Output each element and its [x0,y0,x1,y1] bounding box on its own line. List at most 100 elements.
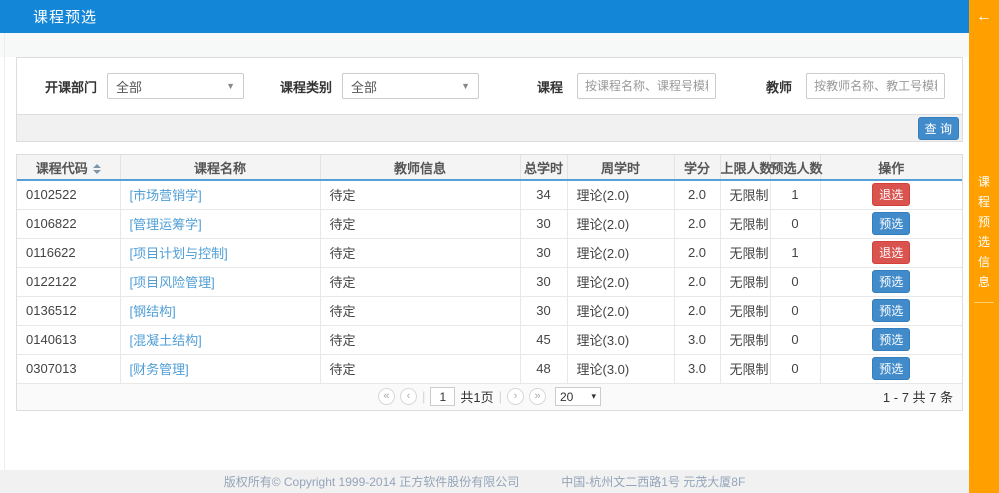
weekly-hours-cell: 理论(2.0) [567,180,674,209]
table-row: 0136512 [钢结构] 待定 30 理论(2.0) 2.0 无限制 0 预选 [17,296,962,325]
address-text: 中国-杭州文二西路1号 元茂大厦8F [561,473,745,490]
category-select-value: 全部 [351,77,377,96]
course-table-panel: 课程代码 课程名称 教师信息 总学时 周学时 学分 上限人数 预选人数 操作 0… [16,154,963,411]
teacher-info-cell: 待定 [320,267,520,296]
column-teacher-info: 教师信息 [320,155,520,180]
page-title: 课程预选 [33,6,97,27]
copyright-text: 版权所有© Copyright 1999-2014 正方软件股份有限公司 [224,473,520,490]
column-course-code[interactable]: 课程代码 [17,155,120,180]
pagination: « ‹ | 共1页 | › » 20 ▾ 1 - 7 共 7 条 [17,384,962,410]
column-weekly-hours: 周学时 [567,155,674,180]
page-size-value: 20 [560,390,573,404]
search-button[interactable]: 查 询 [918,117,959,140]
credits-cell: 2.0 [674,238,720,267]
pagination-divider: | [499,389,502,404]
course-code-cell: 0122122 [17,267,120,296]
column-preselected: 预选人数 [770,155,820,180]
teacher-info-cell: 待定 [320,354,520,383]
table-row: 0102522 [市场营销学] 待定 34 理论(2.0) 2.0 无限制 1 … [17,180,962,209]
side-panel: ← 课程预选信息 [969,0,999,493]
total-hours-cell: 30 [520,296,567,325]
weekly-hours-cell: 理论(2.0) [567,238,674,267]
course-name-link[interactable]: [钢结构] [130,304,176,319]
next-page-button[interactable]: › [507,388,524,405]
credits-cell: 2.0 [674,267,720,296]
table-row: 0307013 [财务管理] 待定 48 理论(3.0) 3.0 无限制 0 预… [17,354,962,383]
table-header: 课程代码 课程名称 教师信息 总学时 周学时 学分 上限人数 预选人数 操作 [17,155,962,180]
table-row: 0116622 [项目计划与控制] 待定 30 理论(2.0) 2.0 无限制 … [17,238,962,267]
credits-cell: 2.0 [674,296,720,325]
limit-cell: 无限制 [720,180,770,209]
teacher-info-cell: 待定 [320,238,520,267]
row-action-button[interactable]: 预选 [872,270,910,293]
pagination-divider: | [422,389,425,404]
department-select-value: 全部 [116,77,142,96]
category-select[interactable]: 全部 ▼ [342,73,479,99]
first-page-button[interactable]: « [378,388,395,405]
filter-row: 开课部门 全部 ▼ 课程类别 全部 ▼ 课程 教师 [17,58,962,114]
course-code-cell: 0102522 [17,180,120,209]
caret-down-icon: ▼ [461,81,470,91]
course-search-input[interactable] [577,73,716,99]
preselected-count-cell: 0 [770,209,820,238]
course-code-cell: 0140613 [17,325,120,354]
course-name-link[interactable]: [混凝土结构] [130,333,202,348]
course-name-link[interactable]: [市场营销学] [130,188,202,203]
row-action-button[interactable]: 退选 [872,241,910,264]
row-action-button[interactable]: 预选 [872,328,910,351]
collapse-left-arrow-icon[interactable]: ← [969,9,999,25]
limit-cell: 无限制 [720,267,770,296]
total-hours-cell: 34 [520,180,567,209]
credits-cell: 2.0 [674,209,720,238]
column-limit: 上限人数 [720,155,770,180]
page-number-input[interactable] [430,387,455,406]
row-action-button[interactable]: 预选 [872,357,910,380]
table-row: 0140613 [混凝土结构] 待定 45 理论(3.0) 3.0 无限制 0 … [17,325,962,354]
column-credits: 学分 [674,155,720,180]
page-size-select[interactable]: 20 ▾ [555,387,601,406]
record-range-label: 1 - 7 共 7 条 [883,384,953,410]
course-name-link[interactable]: [财务管理] [130,362,189,377]
preselected-count-cell: 1 [770,238,820,267]
row-action-button[interactable]: 退选 [872,183,910,206]
row-action-button[interactable]: 预选 [872,212,910,235]
course-name-link[interactable]: [管理运筹学] [130,217,202,232]
category-label: 课程类别 [280,77,332,96]
caret-down-icon: ▼ [226,81,235,91]
total-hours-cell: 30 [520,267,567,296]
column-course-name: 课程名称 [120,155,320,180]
limit-cell: 无限制 [720,296,770,325]
page: 课程预选 开课部门 全部 ▼ 课程类别 全部 ▼ 课程 教师 [0,0,999,493]
teacher-info-cell: 待定 [320,325,520,354]
side-panel-divider [974,302,994,303]
weekly-hours-cell: 理论(2.0) [567,267,674,296]
teacher-info-cell: 待定 [320,180,520,209]
total-hours-cell: 48 [520,354,567,383]
side-panel-vertical-label[interactable]: 课程预选信息 [977,172,991,292]
course-name-link[interactable]: [项目计划与控制] [130,246,228,261]
credits-cell: 3.0 [674,354,720,383]
course-table: 课程代码 课程名称 教师信息 总学时 周学时 学分 上限人数 预选人数 操作 0… [17,155,962,384]
preselected-count-cell: 0 [770,267,820,296]
pagination-controls: « ‹ | 共1页 | › » 20 ▾ [378,387,601,406]
course-code-cell: 0136512 [17,296,120,325]
total-hours-cell: 45 [520,325,567,354]
total-hours-cell: 30 [520,238,567,267]
filter-toolbar: 查 询 [17,114,962,141]
course-code-cell: 0307013 [17,354,120,383]
last-page-button[interactable]: » [529,388,546,405]
preselected-count-cell: 0 [770,325,820,354]
left-edge-divider [4,33,5,493]
row-action-button[interactable]: 预选 [872,299,910,322]
limit-cell: 无限制 [720,238,770,267]
limit-cell: 无限制 [720,325,770,354]
footer: 版权所有© Copyright 1999-2014 正方软件股份有限公司 中国-… [0,470,999,493]
department-select[interactable]: 全部 ▼ [107,73,244,99]
teacher-search-input[interactable] [806,73,945,99]
credits-cell: 2.0 [674,180,720,209]
preselected-count-cell: 1 [770,180,820,209]
sort-icon[interactable] [93,164,101,174]
limit-cell: 无限制 [720,209,770,238]
course-name-link[interactable]: [项目风险管理] [130,275,215,290]
prev-page-button[interactable]: ‹ [400,388,417,405]
